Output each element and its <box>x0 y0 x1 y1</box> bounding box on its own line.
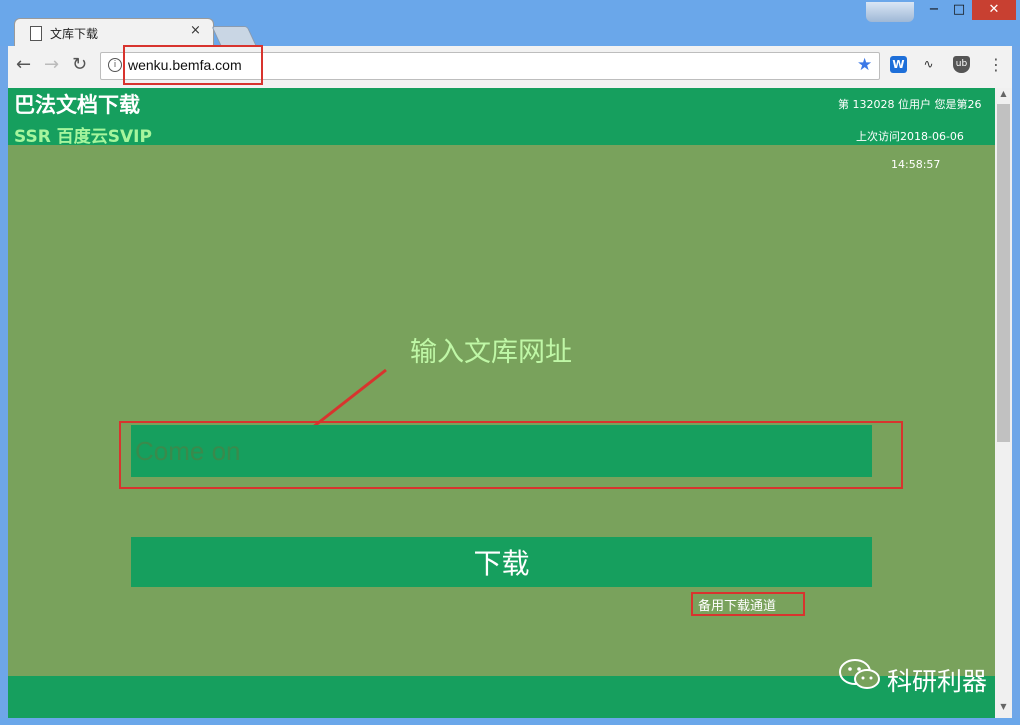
page-body <box>8 88 995 718</box>
site-title[interactable]: 巴法文档下载 <box>14 89 140 119</box>
bookmark-star-icon[interactable]: ★ <box>857 55 872 75</box>
wenku-url-input[interactable] <box>131 425 872 477</box>
scroll-down-icon[interactable]: ▼ <box>995 702 1012 716</box>
tab-close-icon[interactable]: × <box>190 23 201 38</box>
backup-download-link[interactable]: 备用下载通道 <box>698 595 776 614</box>
document-icon <box>30 26 42 41</box>
browser-tab[interactable] <box>14 18 214 47</box>
info-icon[interactable]: i <box>108 58 122 72</box>
wechat-icon <box>839 659 880 689</box>
scrollbar-thumb[interactable] <box>997 104 1010 442</box>
site-subtitle[interactable]: SSR 百度云SVIP <box>14 122 152 147</box>
forward-arrow-icon[interactable]: → <box>44 54 59 75</box>
profile-avatar[interactable] <box>866 2 914 22</box>
tab-title: 文库下载 <box>50 27 99 41</box>
last-visit-date: 上次访问2018-06-06 <box>856 130 964 143</box>
scroll-up-icon[interactable]: ▲ <box>995 89 1012 103</box>
url-highlight-box <box>123 45 263 85</box>
visitor-count: 第 132028 位用户 您是第26 <box>838 98 982 111</box>
reload-icon[interactable]: ↻ <box>72 54 87 75</box>
signal-extension-icon[interactable]: ∿ <box>920 56 937 73</box>
last-visit-time: 14:58:57 <box>891 158 941 171</box>
prompt-label: 输入文库网址 <box>410 337 572 368</box>
browser-menu-icon[interactable]: ⋮ <box>988 55 1004 74</box>
watermark-text: 科研利器 <box>887 667 988 696</box>
back-arrow-icon[interactable]: ← <box>16 54 31 75</box>
download-button[interactable]: 下载 <box>131 537 872 587</box>
minimize-button[interactable]: − <box>920 0 948 20</box>
window-bottom-frame <box>0 718 1020 725</box>
close-window-button[interactable]: ✕ <box>972 0 1016 20</box>
maximize-button[interactable]: □ <box>946 0 972 20</box>
word-extension-icon[interactable]: W <box>890 56 907 73</box>
ublock-icon[interactable]: ub <box>953 56 970 73</box>
